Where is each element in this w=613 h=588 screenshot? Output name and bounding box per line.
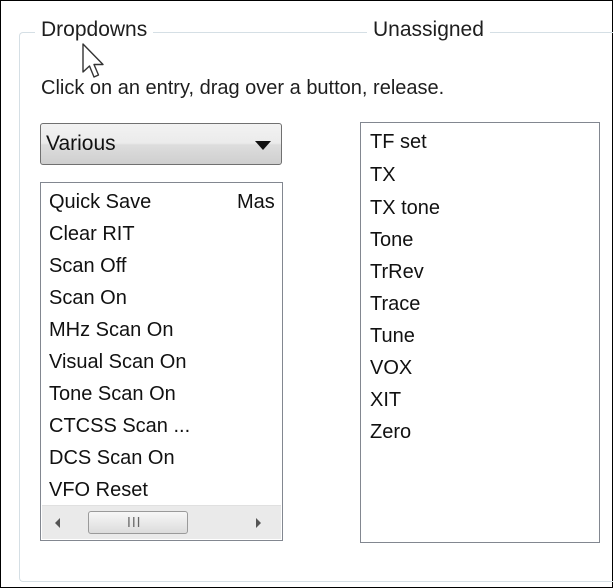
list-item[interactable]: Tone: [370, 228, 413, 252]
list-item[interactable]: Zero: [370, 420, 411, 444]
category-dropdown[interactable]: Various: [40, 123, 282, 165]
unassigned-listbox[interactable]: TF set TX TX tone Tone TrRev Trace Tune …: [360, 122, 600, 543]
chevron-down-icon[interactable]: [255, 141, 271, 150]
mouse-pointer-icon: [82, 43, 104, 78]
list-item[interactable]: VFO Reset: [49, 478, 148, 502]
scroll-right-arrow-icon[interactable]: [256, 518, 261, 528]
list-item[interactable]: Quick Save: [49, 190, 151, 214]
list-item[interactable]: DCS Scan On: [49, 446, 175, 470]
unassigned-group-title: Unassigned: [367, 17, 490, 43]
dialog-window: Dropdowns Unassigned Click on an entry, …: [0, 0, 613, 588]
list-item[interactable]: Clear RIT: [49, 222, 135, 246]
commands-listbox[interactable]: Quick Save Clear RIT Scan Off Scan On MH…: [40, 182, 283, 541]
category-dropdown-value: Various: [46, 132, 116, 155]
horizontal-scrollbar[interactable]: III: [42, 505, 281, 539]
list-item[interactable]: Trace: [370, 292, 420, 316]
list-item[interactable]: TF set: [370, 130, 427, 154]
list-item[interactable]: XIT: [370, 388, 401, 412]
dropdowns-group-title: Dropdowns: [35, 17, 154, 43]
list-item[interactable]: TX tone: [370, 196, 440, 220]
scrollbar-thumb[interactable]: III: [88, 511, 188, 534]
list-item[interactable]: Tune: [370, 324, 415, 348]
scroll-left-arrow-icon[interactable]: [55, 518, 60, 528]
list-item[interactable]: TX: [370, 163, 396, 187]
list-item[interactable]: VOX: [370, 356, 412, 380]
grip-icon: III: [127, 516, 142, 531]
list-item[interactable]: Scan On: [49, 286, 127, 310]
list-item-second-column[interactable]: Mas: [237, 190, 275, 214]
list-item[interactable]: Visual Scan On: [49, 350, 187, 374]
list-item[interactable]: TrRev: [370, 260, 424, 284]
list-item[interactable]: MHz Scan On: [49, 318, 173, 342]
list-item[interactable]: Tone Scan On: [49, 382, 176, 406]
list-item[interactable]: CTCSS Scan ...: [49, 414, 190, 438]
list-item[interactable]: Scan Off: [49, 254, 126, 278]
